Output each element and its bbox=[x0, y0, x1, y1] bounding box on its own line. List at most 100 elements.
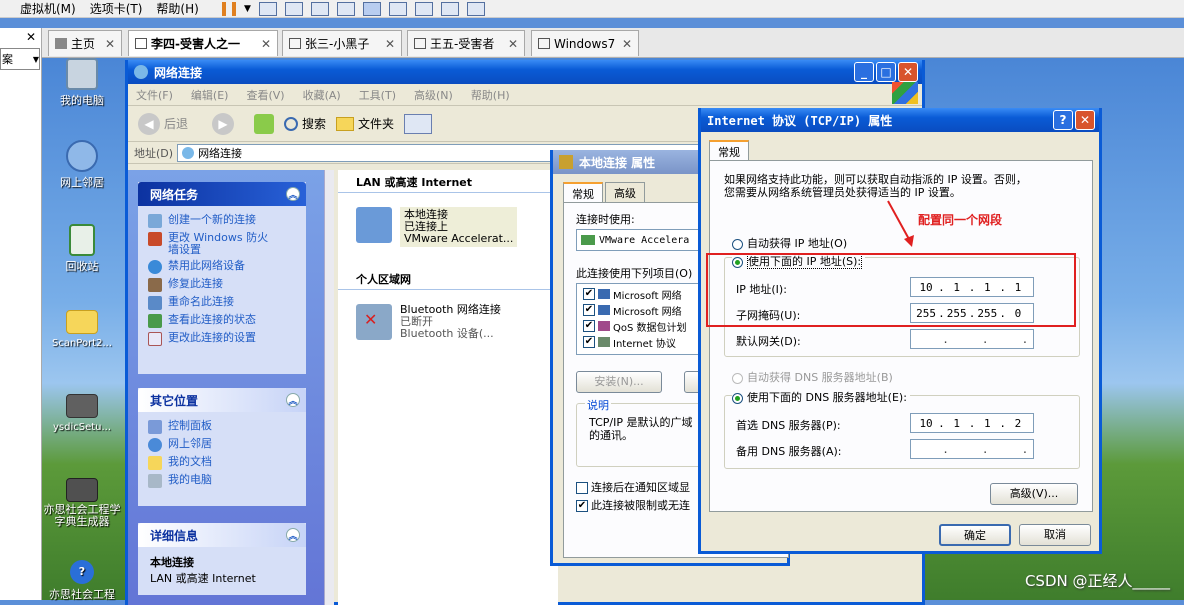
status-icon bbox=[148, 314, 162, 328]
tab-advanced[interactable]: 高级 bbox=[605, 182, 645, 202]
collapse-icon[interactable]: ︽ bbox=[286, 528, 300, 542]
close-button[interactable]: ✕ bbox=[1075, 110, 1095, 130]
other-places-header[interactable]: 其它位置 ︽ bbox=[138, 388, 306, 412]
ok-button[interactable]: 确定 bbox=[939, 524, 1011, 546]
collapse-icon[interactable]: ︽ bbox=[286, 393, 300, 407]
send-keys-icon[interactable] bbox=[258, 2, 277, 16]
menu-file[interactable]: 文件(F) bbox=[136, 87, 173, 103]
tab-vm-zhangsan[interactable]: 张三-小黑子 ✕ bbox=[282, 30, 402, 56]
tcp-tabs: 常规 bbox=[709, 140, 749, 162]
auto-ip-radio-row[interactable]: 自动获得 IP 地址(O) bbox=[732, 235, 847, 251]
titlebar[interactable]: 网络连接 bbox=[128, 60, 922, 84]
forward-button[interactable]: ▶ bbox=[212, 112, 235, 135]
radio-auto-ip[interactable] bbox=[732, 238, 743, 250]
dropdown-icon[interactable]: ▼ bbox=[244, 4, 251, 14]
cancel-button[interactable]: 取消 bbox=[1019, 524, 1091, 546]
task-create-connection[interactable]: 创建一个新的连接 bbox=[138, 212, 306, 230]
desktop-icon-ysdic[interactable]: ysdicSetu... bbox=[42, 394, 122, 433]
connection-local[interactable]: 本地连接 已连接上 VMware Accelerat... bbox=[356, 207, 558, 247]
task-repair[interactable]: 修复此连接 bbox=[138, 276, 306, 294]
pause-icon[interactable] bbox=[222, 2, 236, 16]
unity-icon[interactable] bbox=[440, 2, 459, 16]
desktop-icon-scanport[interactable]: ScanPort2... bbox=[42, 310, 122, 349]
menu-tools[interactable]: 工具(T) bbox=[359, 87, 396, 103]
tab-vm-lisi[interactable]: 李四-受害人之一 ✕ bbox=[128, 30, 278, 56]
network-tasks-header[interactable]: 网络任务 ︽ bbox=[138, 182, 306, 206]
checkbox[interactable]: ✔ bbox=[583, 336, 595, 348]
close-icon[interactable]: ✕ bbox=[508, 37, 518, 51]
menu-view[interactable]: 查看(V) bbox=[246, 87, 284, 103]
library-search-combo[interactable]: 案 ▼ bbox=[0, 48, 40, 70]
task-view-status[interactable]: 查看此连接的状态 bbox=[138, 312, 306, 330]
radio-manual-dns[interactable] bbox=[732, 392, 743, 404]
advanced-button[interactable]: 高级(V)... bbox=[990, 483, 1078, 505]
menu-vm[interactable]: 虚拟机(M) bbox=[20, 0, 76, 17]
close-icon[interactable]: ✕ bbox=[385, 37, 395, 51]
back-button[interactable]: ◀ 后退 bbox=[138, 112, 188, 135]
default-gateway-input[interactable]: . . . bbox=[910, 329, 1034, 349]
collapse-icon[interactable]: ︽ bbox=[286, 187, 300, 201]
menu-edit[interactable]: 编辑(E) bbox=[191, 87, 229, 103]
tab-general[interactable]: 常规 bbox=[563, 182, 603, 202]
snapshot-icon[interactable] bbox=[284, 2, 303, 16]
desktop-icon-social-eng[interactable]: ? 亦思社会工程 bbox=[42, 560, 122, 602]
place-my-documents[interactable]: 我的文档 bbox=[138, 454, 306, 472]
view-library-icon[interactable] bbox=[362, 2, 381, 16]
search-button[interactable]: 搜索 bbox=[284, 115, 326, 132]
up-folder-icon[interactable] bbox=[254, 113, 275, 134]
menu-tabs[interactable]: 选项卡(T) bbox=[90, 0, 143, 17]
place-control-panel[interactable]: 控制面板 bbox=[138, 418, 306, 436]
menu-advanced[interactable]: 高级(N) bbox=[414, 87, 453, 103]
checkbox[interactable]: ✔ bbox=[576, 500, 588, 512]
task-firewall[interactable]: 更改 Windows 防火墙设置 bbox=[138, 230, 306, 258]
tab-home[interactable]: 主页 ✕ bbox=[48, 30, 122, 56]
tab-general[interactable]: 常规 bbox=[709, 140, 749, 162]
preferred-dns-input[interactable]: 10. 1. 1. 2 bbox=[910, 413, 1034, 433]
folders-button[interactable]: 文件夹 bbox=[336, 115, 394, 132]
checkbox[interactable]: ✔ bbox=[583, 304, 595, 316]
maximize-button[interactable]: □ bbox=[876, 62, 896, 82]
desktop-icon-network[interactable]: 网上邻居 bbox=[42, 140, 122, 190]
task-disable-device[interactable]: 禁用此网络设备 bbox=[138, 258, 306, 276]
task-rename[interactable]: 重命名此连接 bbox=[138, 294, 306, 312]
details-header[interactable]: 详细信息 ︽ bbox=[138, 523, 306, 547]
revert-snapshot-icon[interactable] bbox=[310, 2, 329, 16]
titlebar[interactable]: Internet 协议 (TCP/IP) 属性 bbox=[701, 108, 1099, 132]
help-button[interactable]: ? bbox=[1053, 110, 1073, 130]
snapshot-manager-icon[interactable] bbox=[336, 2, 355, 16]
close-icon[interactable]: ✕ bbox=[26, 30, 36, 44]
tab-vm-wangwu[interactable]: 王五-受害者 ✕ bbox=[407, 30, 525, 56]
close-button[interactable]: ✕ bbox=[898, 62, 918, 82]
place-network[interactable]: 网上邻居 bbox=[138, 436, 306, 454]
alternate-dns-input[interactable]: . . . bbox=[910, 439, 1034, 459]
views-button[interactable] bbox=[404, 113, 433, 134]
menu-favorites[interactable]: 收藏(A) bbox=[303, 87, 341, 103]
close-icon[interactable]: ✕ bbox=[622, 37, 632, 51]
checkbox[interactable]: ✔ bbox=[583, 288, 595, 300]
menu-help[interactable]: 帮助(H) bbox=[156, 0, 198, 17]
manual-dns-radio-row[interactable]: 使用下面的 DNS 服务器地址(E): bbox=[732, 389, 910, 405]
desktop-icon-my-computer[interactable]: 我的电脑 bbox=[42, 58, 122, 108]
checkbox[interactable] bbox=[576, 482, 588, 494]
notify-checkbox-row[interactable]: 连接后在通知区域显 bbox=[576, 479, 690, 495]
task-change-settings[interactable]: 更改此连接的设置 bbox=[138, 330, 306, 348]
thumbnail-icon[interactable] bbox=[466, 2, 485, 16]
auto-dns-radio-row[interactable]: 自动获得 DNS 服务器地址(B) bbox=[732, 369, 893, 385]
splitter[interactable] bbox=[324, 170, 334, 605]
checkbox[interactable]: ✔ bbox=[583, 320, 595, 332]
view-console-icon[interactable] bbox=[388, 2, 407, 16]
close-icon[interactable]: ✕ bbox=[105, 37, 115, 51]
minimize-button[interactable]: _ bbox=[854, 62, 874, 82]
connection-bluetooth[interactable]: ✕ Bluetooth 网络连接 已断开 Bluetooth 设备(... bbox=[356, 304, 558, 340]
tab-vm-windows7[interactable]: Windows7 ✕ bbox=[531, 30, 639, 56]
close-icon[interactable]: ✕ bbox=[261, 37, 271, 51]
desktop-icon-recycle-bin[interactable]: 回收站 bbox=[42, 224, 122, 274]
limited-checkbox-row[interactable]: ✔ 此连接被限制或无连 bbox=[576, 497, 690, 513]
place-my-computer[interactable]: 我的电脑 bbox=[138, 472, 306, 490]
menu-help[interactable]: 帮助(H) bbox=[471, 87, 510, 103]
radio-auto-dns[interactable] bbox=[732, 372, 743, 384]
library-panel: ✕ bbox=[0, 28, 42, 600]
install-button[interactable]: 安装(N)... bbox=[576, 371, 662, 393]
fullscreen-icon[interactable] bbox=[414, 2, 433, 16]
desktop-icon-dict-generator[interactable]: 亦思社会工程学字典生成器 bbox=[42, 478, 122, 528]
